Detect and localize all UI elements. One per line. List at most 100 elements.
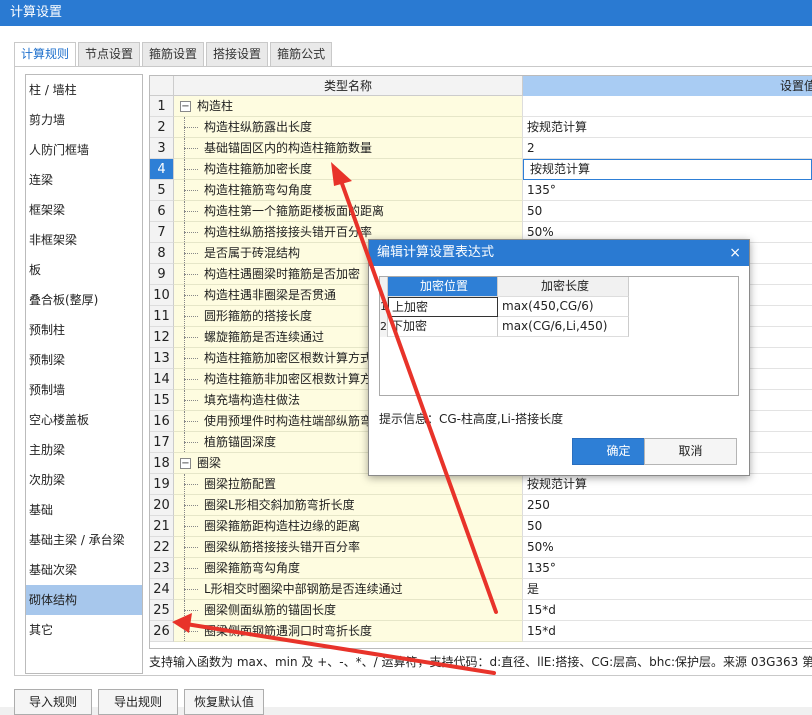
sidebar-item[interactable]: 预制梁: [26, 345, 142, 375]
row-number: 26: [150, 621, 174, 642]
group-name-cell: − 构造柱: [174, 96, 523, 117]
setting-value-cell[interactable]: 250: [523, 495, 812, 516]
dialog-row[interactable]: 1 上加密 max(450,CG/6): [380, 297, 738, 317]
table-row[interactable]: 26 圈梁侧面钢筋遇洞口时弯折长度 15*d: [150, 621, 812, 642]
table-row[interactable]: 2 构造柱纵筋露出长度 按规范计算: [150, 117, 812, 138]
setting-name: 使用预埋件时构造柱端部纵筋弯: [204, 414, 373, 428]
length-cell[interactable]: max(450,CG/6): [498, 297, 629, 317]
row-number: 3: [150, 138, 174, 159]
sidebar-item[interactable]: 非框架梁: [26, 225, 142, 255]
cancel-button[interactable]: 取消: [644, 438, 737, 465]
setting-value-cell[interactable]: 按规范计算: [523, 474, 812, 495]
sidebar-item[interactable]: 主肋梁: [26, 435, 142, 465]
sidebar-item[interactable]: 次肋梁: [26, 465, 142, 495]
tree-line: [184, 232, 198, 233]
setting-name-cell: 圈梁箍筋距构造柱边缘的距离: [174, 516, 523, 537]
setting-value-cell[interactable]: 15*d: [523, 621, 812, 642]
table-row[interactable]: 6 构造柱第一个箍筋距楼板面的距离 50: [150, 201, 812, 222]
column-header-position: 加密位置: [388, 277, 498, 297]
row-number: 9: [150, 264, 174, 285]
table-row[interactable]: 23 圈梁箍筋弯勾角度 135°: [150, 558, 812, 579]
restore-defaults-button[interactable]: 恢复默认值: [184, 689, 264, 715]
setting-value-cell[interactable]: 2: [523, 138, 812, 159]
table-row[interactable]: 24 L形相交时圈梁中部钢筋是否连续通过 是: [150, 579, 812, 600]
setting-value-cell[interactable]: 50: [523, 516, 812, 537]
dialog-row[interactable]: 2 下加密 max(CG/6,Li,450): [380, 317, 738, 337]
tree-line: [184, 631, 198, 632]
row-number: 17: [150, 432, 174, 453]
setting-name-cell: 构造柱箍筋弯勾角度: [174, 180, 523, 201]
table-row[interactable]: 3 基础锚固区内的构造柱箍筋数量 2: [150, 138, 812, 159]
setting-name-cell: 圈梁侧面钢筋遇洞口时弯折长度: [174, 621, 523, 642]
tab-stirrup-formula[interactable]: 箍筋公式: [270, 42, 333, 66]
row-number: 2: [150, 117, 174, 138]
tree-line: [184, 526, 198, 527]
table-row[interactable]: 22 圈梁纵筋搭接接头错开百分率 50%: [150, 537, 812, 558]
tab-lap-settings[interactable]: 搭接设置: [206, 42, 269, 66]
column-header-value: 设置值: [523, 76, 812, 96]
tree-line: [184, 421, 198, 422]
row-number: 24: [150, 579, 174, 600]
tree-line: [184, 148, 198, 149]
position-cell[interactable]: 上加密: [388, 297, 498, 317]
setting-value-cell[interactable]: 是: [523, 579, 812, 600]
sidebar-item[interactable]: 框架梁: [26, 195, 142, 225]
row-number: 25: [150, 600, 174, 621]
table-row[interactable]: 4 构造柱箍筋加密长度 按规范计算: [150, 159, 812, 180]
close-icon[interactable]: ×: [729, 240, 741, 266]
sidebar-item[interactable]: 砌体结构: [26, 585, 142, 615]
column-header-name: 类型名称: [174, 76, 523, 96]
row-number: 1: [150, 96, 174, 117]
setting-name: 构造柱遇圈梁时箍筋是否加密: [204, 267, 361, 281]
setting-value-cell[interactable]: 按规范计算: [523, 159, 812, 180]
tree-line: [184, 358, 198, 359]
setting-name: 填充墙构造柱做法: [204, 393, 301, 407]
sidebar-item[interactable]: 叠合板(整厚): [26, 285, 142, 315]
setting-value-cell[interactable]: 50%: [523, 537, 812, 558]
collapse-icon[interactable]: −: [180, 458, 191, 469]
setting-name: 圈梁纵筋搭接接头错开百分率: [204, 540, 361, 554]
setting-value-cell[interactable]: [523, 96, 812, 117]
table-row[interactable]: 19 圈梁拉筋配置 按规范计算: [150, 474, 812, 495]
row-number: 4: [150, 159, 174, 180]
sidebar-item[interactable]: 预制墙: [26, 375, 142, 405]
sidebar-item[interactable]: 其它: [26, 615, 142, 645]
sidebar-item[interactable]: 预制柱: [26, 315, 142, 345]
table-row[interactable]: 25 圈梁侧面纵筋的锚固长度 15*d: [150, 600, 812, 621]
sidebar-item[interactable]: 空心楼盖板: [26, 405, 142, 435]
table-row[interactable]: 5 构造柱箍筋弯勾角度 135°: [150, 180, 812, 201]
tree-line: [184, 442, 198, 443]
sidebar-item[interactable]: 人防门框墙: [26, 135, 142, 165]
setting-name: 构造柱箍筋加密长度: [204, 162, 313, 176]
table-row[interactable]: 1− 构造柱: [150, 96, 812, 117]
row-number: 8: [150, 243, 174, 264]
table-row[interactable]: 21 圈梁箍筋距构造柱边缘的距离 50: [150, 516, 812, 537]
setting-value-cell[interactable]: 按规范计算: [523, 117, 812, 138]
sidebar-item[interactable]: 连梁: [26, 165, 142, 195]
sidebar-item[interactable]: 剪力墙: [26, 105, 142, 135]
sidebar-item[interactable]: 基础主梁 / 承台梁: [26, 525, 142, 555]
tree-line: [184, 379, 198, 380]
sidebar-item[interactable]: 基础次梁: [26, 555, 142, 585]
sidebar-item[interactable]: 板: [26, 255, 142, 285]
tab-stirrup-settings[interactable]: 箍筋设置: [142, 42, 205, 66]
window-title: 计算设置: [0, 0, 812, 26]
collapse-icon[interactable]: −: [180, 101, 191, 112]
sidebar-item[interactable]: 基础: [26, 495, 142, 525]
setting-value-cell[interactable]: 15*d: [523, 600, 812, 621]
tab-node-settings[interactable]: 节点设置: [78, 42, 141, 66]
tab-calc-rules[interactable]: 计算规则: [14, 42, 77, 67]
row-number: 5: [150, 180, 174, 201]
length-cell[interactable]: max(CG/6,Li,450): [498, 317, 629, 337]
position-cell[interactable]: 下加密: [388, 317, 498, 337]
setting-value-cell[interactable]: 135°: [523, 558, 812, 579]
sidebar-item[interactable]: 柱 / 墙柱: [26, 75, 142, 105]
setting-value-cell[interactable]: 50: [523, 201, 812, 222]
import-rules-button[interactable]: 导入规则: [14, 689, 92, 715]
export-rules-button[interactable]: 导出规则: [98, 689, 178, 715]
tree-line: [184, 568, 198, 569]
setting-name: 植筋锚固深度: [204, 435, 277, 449]
tree-line: [184, 274, 198, 275]
setting-value-cell[interactable]: 135°: [523, 180, 812, 201]
table-row[interactable]: 20 圈梁L形相交斜加筋弯折长度 250: [150, 495, 812, 516]
